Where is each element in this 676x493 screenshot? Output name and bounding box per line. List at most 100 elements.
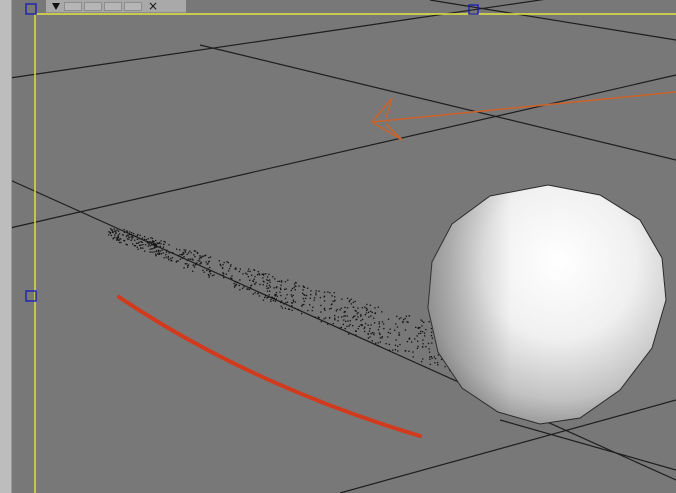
particle bbox=[371, 332, 374, 334]
3d-viewport[interactable]: × bbox=[0, 0, 676, 493]
particle bbox=[433, 356, 435, 358]
particle bbox=[142, 244, 144, 246]
particle bbox=[396, 326, 399, 328]
particle bbox=[286, 301, 289, 303]
particle bbox=[274, 300, 276, 302]
particle bbox=[253, 269, 255, 271]
particle bbox=[421, 325, 423, 327]
triangle-down-icon[interactable] bbox=[52, 2, 60, 10]
particle bbox=[134, 235, 137, 238]
particle bbox=[389, 328, 391, 330]
particle bbox=[341, 298, 343, 300]
particle bbox=[323, 291, 326, 293]
particle bbox=[130, 236, 132, 238]
particle bbox=[381, 336, 383, 338]
particle bbox=[394, 329, 396, 331]
particle bbox=[346, 325, 348, 328]
particle bbox=[196, 262, 198, 264]
particle bbox=[203, 271, 205, 273]
particle bbox=[360, 314, 362, 316]
particle bbox=[179, 258, 181, 260]
particle bbox=[275, 291, 278, 294]
particle bbox=[327, 291, 329, 293]
particle bbox=[139, 234, 141, 237]
toolbar-slot[interactable] bbox=[84, 1, 102, 11]
particle bbox=[284, 288, 286, 291]
particle bbox=[140, 244, 142, 246]
particle bbox=[293, 283, 296, 285]
particle bbox=[305, 297, 307, 299]
particle bbox=[353, 315, 355, 318]
particle bbox=[422, 331, 424, 333]
particle bbox=[417, 327, 420, 329]
particle bbox=[339, 309, 341, 311]
red-curve[interactable] bbox=[117, 295, 422, 438]
particle bbox=[429, 358, 431, 360]
particle bbox=[374, 322, 376, 324]
particle bbox=[298, 285, 300, 287]
particle bbox=[137, 242, 139, 245]
particle bbox=[207, 261, 210, 263]
particle bbox=[364, 322, 367, 325]
particle bbox=[218, 260, 220, 262]
particle bbox=[108, 231, 110, 233]
particle bbox=[365, 312, 368, 314]
particle bbox=[302, 285, 304, 287]
particle bbox=[323, 308, 325, 310]
particle bbox=[116, 229, 118, 231]
particle bbox=[266, 276, 269, 278]
particle bbox=[430, 335, 433, 337]
scene-canvas[interactable] bbox=[0, 0, 676, 493]
particle bbox=[364, 306, 366, 308]
frame-handles[interactable] bbox=[25, 3, 479, 302]
particle bbox=[358, 325, 360, 327]
particle bbox=[189, 250, 191, 252]
particle bbox=[183, 253, 185, 255]
close-icon[interactable]: × bbox=[148, 0, 158, 12]
particle bbox=[176, 248, 178, 250]
particle bbox=[430, 356, 432, 358]
particle bbox=[113, 228, 115, 230]
particle bbox=[412, 351, 414, 353]
particle bbox=[204, 255, 206, 257]
particle bbox=[318, 290, 320, 292]
particle bbox=[168, 252, 170, 254]
particle bbox=[151, 248, 153, 250]
particle bbox=[397, 350, 399, 352]
particle bbox=[361, 318, 364, 321]
particle bbox=[161, 249, 163, 251]
particle bbox=[151, 241, 153, 243]
particle bbox=[402, 321, 404, 324]
particle bbox=[423, 332, 426, 334]
toolbar-slot[interactable] bbox=[104, 1, 122, 11]
particle bbox=[258, 274, 261, 276]
toolbar-slot[interactable] bbox=[124, 1, 142, 11]
particle bbox=[430, 327, 433, 330]
particle bbox=[361, 324, 363, 326]
particle bbox=[363, 327, 365, 330]
particle bbox=[349, 320, 351, 322]
particle bbox=[387, 336, 389, 338]
particle bbox=[123, 239, 125, 242]
particle bbox=[168, 259, 170, 261]
particle bbox=[254, 276, 256, 278]
sphere-object[interactable] bbox=[427, 184, 667, 425]
particle bbox=[369, 328, 371, 330]
toolbar-slot[interactable] bbox=[64, 1, 82, 11]
particle bbox=[310, 290, 312, 292]
particle bbox=[149, 248, 151, 250]
particle bbox=[377, 306, 379, 308]
particle bbox=[187, 266, 189, 268]
particle bbox=[361, 307, 363, 309]
particle bbox=[159, 245, 161, 248]
particle bbox=[229, 265, 232, 267]
particle bbox=[192, 270, 194, 272]
particle bbox=[275, 286, 277, 289]
particle bbox=[378, 332, 381, 334]
particle bbox=[118, 241, 121, 244]
light-direction-arrow[interactable] bbox=[371, 91, 676, 141]
particle bbox=[111, 231, 113, 234]
particle bbox=[266, 279, 268, 281]
particle bbox=[273, 297, 275, 299]
particle bbox=[141, 241, 143, 243]
